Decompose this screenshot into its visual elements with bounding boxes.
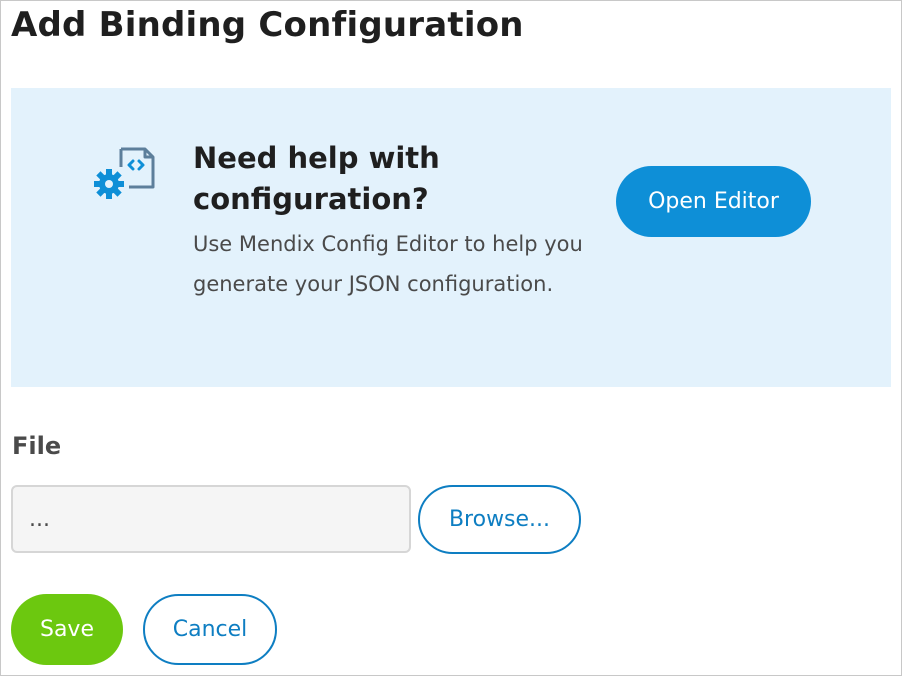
dialog-title: Add Binding Configuration [11,5,524,45]
open-editor-button[interactable]: Open Editor [616,166,811,237]
help-panel: Need help with configuration? Use Mendix… [11,88,891,387]
help-description: Use Mendix Config Editor to help you gen… [193,232,583,296]
file-label: File [12,432,62,460]
cancel-button[interactable]: Cancel [143,594,277,665]
file-path-field[interactable]: ... [11,485,411,553]
save-button[interactable]: Save [11,594,123,665]
config-editor-icon [93,143,155,203]
help-heading: Need help with configuration? [193,141,440,216]
browse-button[interactable]: Browse... [418,485,581,554]
